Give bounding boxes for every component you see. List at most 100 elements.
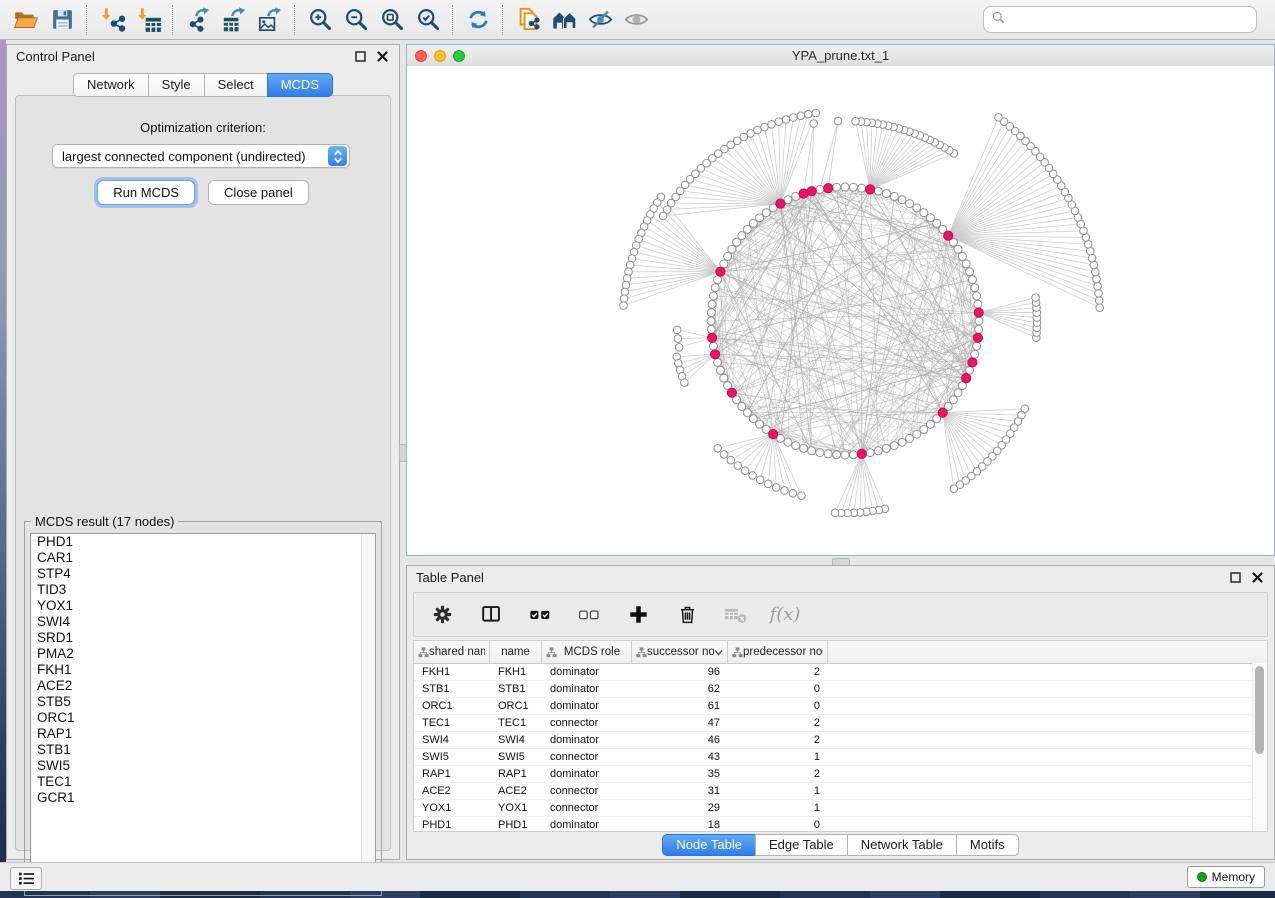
- zoom-selected-icon[interactable]: [410, 3, 446, 37]
- table-scrollbar-thumb[interactable]: [1255, 666, 1264, 754]
- table-cell-successors: 35: [632, 766, 728, 782]
- table-row[interactable]: SWI5SWI5connector431: [414, 749, 1267, 766]
- close-panel-icon[interactable]: [1249, 570, 1265, 586]
- table-cell-name: SWI4: [490, 732, 542, 748]
- mcds-result-item[interactable]: STB1: [31, 742, 375, 758]
- control-panel-tabs: NetworkStyleSelectMCDS: [7, 73, 399, 97]
- split-columns-icon[interactable]: [479, 603, 503, 627]
- table-row[interactable]: ORC1ORC1dominator610: [414, 698, 1267, 715]
- export-image-icon[interactable]: [252, 3, 288, 37]
- float-panel-icon[interactable]: [352, 49, 368, 65]
- memory-button[interactable]: Memory: [1187, 866, 1265, 888]
- table-cell-name: ORC1: [490, 698, 542, 714]
- table-row[interactable]: PHD1PHD1dominator180: [414, 817, 1267, 832]
- table-scrollbar[interactable]: [1252, 663, 1267, 831]
- column-header-shared-name[interactable]: shared name: [414, 641, 490, 663]
- optimization-criterion-label: Optimization criterion:: [16, 120, 390, 135]
- mcds-result-item[interactable]: PHD1: [31, 534, 375, 550]
- mcds-result-item[interactable]: STB5: [31, 694, 375, 710]
- table-header-row: shared namenameMCDS rolesuccessor nodesp…: [414, 641, 1267, 664]
- mcds-result-item[interactable]: SWI5: [31, 758, 375, 774]
- select-all-icon[interactable]: [528, 603, 552, 627]
- table-row[interactable]: ACE2ACE2connector311: [414, 783, 1267, 800]
- global-search-box[interactable]: [983, 6, 1257, 33]
- table-cell-successors: 31: [632, 783, 728, 799]
- mcds-result-item[interactable]: CAR1: [31, 550, 375, 566]
- memory-label: Memory: [1212, 870, 1255, 884]
- delete-icon[interactable]: [675, 603, 699, 627]
- close-panel-icon[interactable]: [374, 49, 390, 65]
- close-panel-button[interactable]: Close panel: [208, 180, 309, 205]
- table-row[interactable]: FKH1FKH1dominator962: [414, 664, 1267, 681]
- table-cell-name: YOX1: [490, 800, 542, 816]
- mcds-list-scrollbar[interactable]: [361, 534, 375, 874]
- column-header-filler: [828, 641, 1267, 663]
- mcds-result-item[interactable]: STP4: [31, 566, 375, 582]
- mcds-result-item[interactable]: ACE2: [31, 678, 375, 694]
- zoom-out-icon[interactable]: [338, 3, 374, 37]
- mcds-result-item[interactable]: SRD1: [31, 630, 375, 646]
- show-panels-menu-button[interactable]: [10, 867, 42, 890]
- import-table-icon[interactable]: [130, 3, 166, 37]
- gear-icon[interactable]: [430, 603, 454, 627]
- table-cell-shared_name: YOX1: [414, 800, 490, 816]
- tab-node-table[interactable]: Node Table: [662, 834, 756, 856]
- mcds-result-item[interactable]: TEC1: [31, 774, 375, 790]
- search-input[interactable]: [1006, 9, 1256, 31]
- deselect-all-icon[interactable]: [577, 603, 601, 627]
- table-row[interactable]: SWI4SWI4dominator462: [414, 732, 1267, 749]
- mcds-result-item[interactable]: RAP1: [31, 726, 375, 742]
- mcds-result-item[interactable]: TID3: [31, 582, 375, 598]
- column-header-name[interactable]: name: [490, 641, 542, 663]
- tab-style[interactable]: Style: [148, 73, 205, 97]
- float-panel-icon[interactable]: [1227, 570, 1243, 586]
- import-network-icon[interactable]: [94, 3, 130, 37]
- zoom-fit-icon[interactable]: [374, 3, 410, 37]
- open-folder-icon[interactable]: [8, 3, 44, 37]
- mcds-result-item[interactable]: FKH1: [31, 662, 375, 678]
- column-header-predecessor-nodes[interactable]: predecessor nodes: [728, 641, 828, 663]
- column-header-MCDS-role[interactable]: MCDS role: [542, 641, 632, 663]
- table-cell-role: connector: [542, 800, 632, 816]
- tab-network[interactable]: Network: [73, 73, 149, 97]
- table-row[interactable]: YOX1YOX1connector291: [414, 800, 1267, 817]
- main-toolbar: [0, 0, 1275, 40]
- mcds-result-item[interactable]: ORC1: [31, 710, 375, 726]
- tab-mcds[interactable]: MCDS: [267, 73, 333, 97]
- table-row[interactable]: STB1STB1dominator620: [414, 681, 1267, 698]
- table-cell-predecessors: 1: [728, 749, 828, 765]
- column-header-successor-nodes[interactable]: successor nodes: [632, 641, 728, 663]
- status-bar: Memory: [0, 862, 1275, 891]
- table-cell-role: dominator: [542, 817, 632, 832]
- table-row[interactable]: TEC1TEC1connector472: [414, 715, 1267, 732]
- table-cell-predecessors: 2: [728, 766, 828, 782]
- mcds-result-item[interactable]: GCR1: [31, 790, 375, 806]
- node-table: shared namenameMCDS rolesuccessor nodesp…: [413, 640, 1268, 832]
- run-mcds-button[interactable]: Run MCDS: [97, 180, 195, 205]
- table-cell-name: PHD1: [490, 817, 542, 832]
- toolbar-separator: [294, 5, 296, 35]
- tab-network-table[interactable]: Network Table: [847, 834, 957, 856]
- network-canvas[interactable]: [407, 66, 1274, 555]
- refresh-icon[interactable]: [460, 3, 496, 37]
- clone-network-icon[interactable]: [510, 3, 546, 37]
- save-icon[interactable]: [44, 3, 80, 37]
- export-table-icon[interactable]: [216, 3, 252, 37]
- network-search-icon[interactable]: [546, 3, 582, 37]
- tab-select[interactable]: Select: [204, 73, 268, 97]
- criterion-dropdown[interactable]: largest connected component (undirected): [52, 144, 350, 168]
- network-window: YPA_prune.txt_1: [406, 44, 1275, 556]
- hide-details-icon[interactable]: [582, 3, 618, 37]
- mcds-result-item[interactable]: PMA2: [31, 646, 375, 662]
- tab-edge-table[interactable]: Edge Table: [755, 834, 848, 856]
- export-network-icon[interactable]: [180, 3, 216, 37]
- add-icon[interactable]: [626, 603, 650, 627]
- show-details-icon[interactable]: [618, 3, 654, 37]
- table-row[interactable]: RAP1RAP1dominator352: [414, 766, 1267, 783]
- mcds-result-item[interactable]: SWI4: [31, 614, 375, 630]
- zoom-in-icon[interactable]: [302, 3, 338, 37]
- mcds-result-list: PHD1CAR1STP4TID3YOX1SWI4SRD1PMA2FKH1ACE2…: [30, 533, 376, 875]
- toolbar-separator: [172, 5, 174, 35]
- mcds-result-item[interactable]: YOX1: [31, 598, 375, 614]
- tab-motifs[interactable]: Motifs: [956, 834, 1019, 856]
